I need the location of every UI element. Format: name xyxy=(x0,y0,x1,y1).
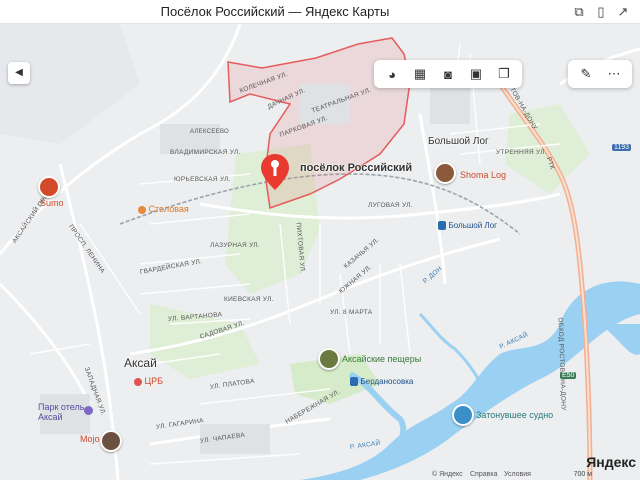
bookmark-icon[interactable]: ⧉ xyxy=(570,3,588,21)
route-badge: 1193 xyxy=(612,144,632,151)
copyright-link[interactable]: © Яндекс xyxy=(432,471,463,478)
street-label: КИЕВСКАЯ УЛ. xyxy=(224,296,274,303)
bookmark-ribbon-icon[interactable]: ▯ xyxy=(592,3,610,21)
street-label: ВЛАДИМИРСКАЯ УЛ. xyxy=(170,149,241,156)
mojo-marker[interactable] xyxy=(100,430,122,452)
layers-icon: ◕ xyxy=(388,66,396,82)
street-label: ЛУГОВАЯ УЛ. xyxy=(368,202,413,209)
more-button[interactable]: ⋯ xyxy=(600,62,628,86)
shoma-log-marker[interactable] xyxy=(434,162,456,184)
layers-stack-button[interactable]: ❐ xyxy=(490,62,518,86)
poi-crb[interactable]: ЦРБ xyxy=(134,376,163,386)
chevron-left-icon: ◀ xyxy=(15,67,23,78)
ruler-icon: ✎ xyxy=(580,66,592,81)
location-pin-icon[interactable] xyxy=(258,152,292,192)
poi-mojo[interactable]: Mojo xyxy=(80,434,100,444)
yandex-logo: Яндекс xyxy=(586,454,636,470)
sunken-ship-marker[interactable] xyxy=(452,404,474,426)
poi-caves[interactable]: Аксайские пещеры xyxy=(342,354,421,364)
train-icon xyxy=(350,377,358,387)
stack-icon: ❐ xyxy=(498,66,510,81)
poi-stolovaya[interactable]: Столовая xyxy=(138,204,189,214)
share-icon[interactable]: ↗ xyxy=(614,3,632,21)
station-bolshoy-log[interactable]: Большой Лог xyxy=(438,220,497,231)
caves-marker[interactable] xyxy=(318,348,340,370)
panorama-button[interactable]: ▦ xyxy=(406,62,434,86)
poi-sumo[interactable]: Sumo xyxy=(40,198,64,208)
transit-button[interactable]: ▣ xyxy=(462,62,490,86)
route-badge: E50 xyxy=(560,372,577,379)
terms-link[interactable]: Условия xyxy=(504,471,531,478)
photo-button[interactable]: ◙ xyxy=(434,62,462,86)
bus-icon: ▣ xyxy=(469,66,483,81)
poi-sunken-ship[interactable]: Затонувшее судно xyxy=(476,410,553,420)
map-toolbar: ◕ ▦ ◙ ▣ ❐ xyxy=(374,60,522,88)
street-label: ЮРЬЕВСКАЯ УЛ. xyxy=(174,176,231,183)
window-title: Посёлок Российский — Яндекс Карты xyxy=(160,4,390,19)
station-berdanosovka[interactable]: Берданосовка xyxy=(350,376,413,387)
collapse-panel-button[interactable]: ◀ xyxy=(8,62,30,84)
camera-icon: ◙ xyxy=(444,66,452,82)
panorama-icon: ▦ xyxy=(413,66,427,81)
map-tools: ✎ ⋯ xyxy=(568,60,632,88)
place-bolshoy-log[interactable]: Большой Лог xyxy=(428,136,489,147)
more-icon: ⋯ xyxy=(607,66,621,81)
ruler-button[interactable]: ✎ xyxy=(572,62,600,86)
street-label: УТРЕННЯЯ УЛ. xyxy=(496,149,547,156)
help-link[interactable]: Справка xyxy=(470,471,497,478)
map-canvas[interactable]: АКСАЙСКИЙ ПРОСП. ПРОСП. ЛЕНИНА ЮРЬЕВСКАЯ… xyxy=(0,24,640,480)
place-aksay[interactable]: Аксай xyxy=(124,356,157,370)
selected-place-name[interactable]: посёлок Российский xyxy=(300,162,412,174)
poi-shoma-log[interactable]: Shoma Log xyxy=(460,170,506,180)
layers-button[interactable]: ◕ xyxy=(378,62,406,86)
hospital-icon xyxy=(134,377,142,386)
poi-park-hotel[interactable]: Парк отель Аксай xyxy=(38,402,98,422)
window-titlebar: Посёлок Российский — Яндекс Карты ⧉ ▯ ↗ xyxy=(0,0,640,24)
scale-bar: 700 м xyxy=(573,471,592,478)
street-label: ЛАЗУРНАЯ УЛ. xyxy=(210,242,260,249)
district-label: АЛЕКСЕЕВО xyxy=(190,129,230,135)
street-label: УЛ. 8 МАРТА xyxy=(330,309,373,316)
cafe-icon xyxy=(138,205,146,214)
sumo-marker[interactable] xyxy=(38,176,60,198)
train-icon xyxy=(438,221,446,231)
